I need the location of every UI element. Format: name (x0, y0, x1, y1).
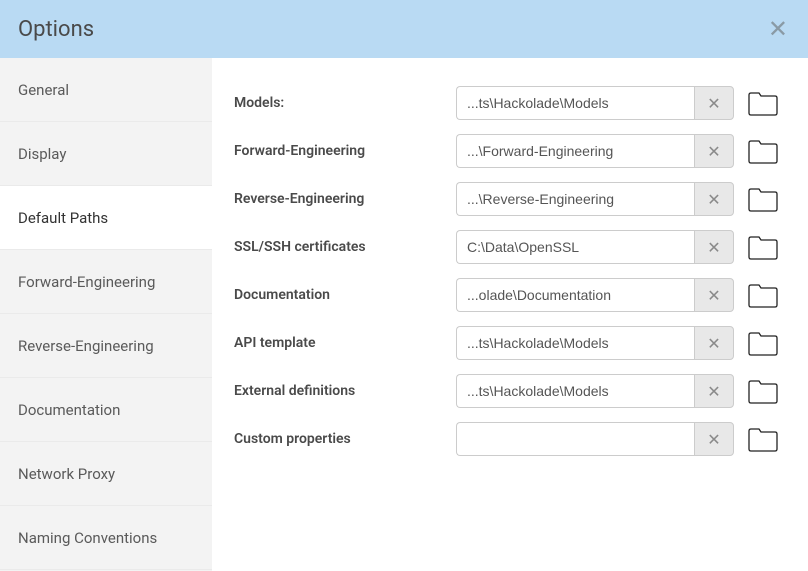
dialog-header: Options ✕ (0, 0, 808, 58)
path-row-documentation: Documentation ✕ (234, 278, 780, 312)
folder-icon (747, 378, 779, 404)
sidebar-item-display[interactable]: Display (0, 122, 212, 186)
input-group: ✕ (456, 278, 734, 312)
row-label: Forward-Engineering (234, 143, 456, 159)
dialog-title: Options (18, 17, 94, 42)
row-label: API template (234, 335, 456, 351)
browse-button[interactable] (746, 377, 780, 405)
browse-button[interactable] (746, 281, 780, 309)
folder-icon (747, 90, 779, 116)
models-path-input[interactable] (456, 86, 694, 120)
forward-engineering-path-input[interactable] (456, 134, 694, 168)
path-row-external-definitions: External definitions ✕ (234, 374, 780, 408)
input-group: ✕ (456, 374, 734, 408)
clear-button[interactable]: ✕ (694, 326, 734, 360)
clear-button[interactable]: ✕ (694, 134, 734, 168)
row-label: External definitions (234, 383, 456, 399)
input-group: ✕ (456, 182, 734, 216)
input-group: ✕ (456, 134, 734, 168)
close-icon: ✕ (707, 238, 720, 257)
close-icon: ✕ (707, 382, 720, 401)
path-row-custom-properties: Custom properties ✕ (234, 422, 780, 456)
sidebar-item-network-proxy[interactable]: Network Proxy (0, 442, 212, 506)
api-template-path-input[interactable] (456, 326, 694, 360)
path-row-ssl-ssh: SSL/SSH certificates ✕ (234, 230, 780, 264)
clear-button[interactable]: ✕ (694, 278, 734, 312)
folder-icon (747, 282, 779, 308)
ssl-ssh-path-input[interactable] (456, 230, 694, 264)
input-group: ✕ (456, 422, 734, 456)
sidebar-item-default-paths[interactable]: Default Paths (0, 186, 212, 250)
browse-button[interactable] (746, 89, 780, 117)
input-group: ✕ (456, 86, 734, 120)
browse-button[interactable] (746, 233, 780, 261)
path-row-reverse-engineering: Reverse-Engineering ✕ (234, 182, 780, 216)
close-icon[interactable]: ✕ (768, 17, 788, 41)
external-definitions-path-input[interactable] (456, 374, 694, 408)
folder-icon (747, 426, 779, 452)
sidebar-item-naming-conventions[interactable]: Naming Conventions (0, 506, 212, 570)
browse-button[interactable] (746, 185, 780, 213)
folder-icon (747, 138, 779, 164)
row-label: Custom properties (234, 431, 456, 447)
sidebar-item-label: Documentation (18, 401, 120, 419)
close-icon: ✕ (707, 190, 720, 209)
clear-button[interactable]: ✕ (694, 374, 734, 408)
sidebar: General Display Default Paths Forward-En… (0, 58, 212, 571)
row-label: Models: (234, 95, 456, 111)
sidebar-item-label: General (18, 81, 69, 99)
sidebar-item-label: Naming Conventions (18, 529, 157, 547)
folder-icon (747, 186, 779, 212)
dialog-body: General Display Default Paths Forward-En… (0, 58, 808, 571)
sidebar-item-documentation[interactable]: Documentation (0, 378, 212, 442)
sidebar-item-label: Forward-Engineering (18, 273, 155, 291)
close-icon: ✕ (707, 430, 720, 449)
browse-button[interactable] (746, 425, 780, 453)
sidebar-item-forward-engineering[interactable]: Forward-Engineering (0, 250, 212, 314)
browse-button[interactable] (746, 137, 780, 165)
input-group: ✕ (456, 230, 734, 264)
browse-button[interactable] (746, 329, 780, 357)
sidebar-item-label: Default Paths (18, 209, 108, 227)
close-icon: ✕ (707, 94, 720, 113)
sidebar-item-label: Network Proxy (18, 465, 115, 483)
close-icon: ✕ (707, 334, 720, 353)
reverse-engineering-path-input[interactable] (456, 182, 694, 216)
row-label: SSL/SSH certificates (234, 239, 456, 255)
sidebar-item-reverse-engineering[interactable]: Reverse-Engineering (0, 314, 212, 378)
clear-button[interactable]: ✕ (694, 86, 734, 120)
documentation-path-input[interactable] (456, 278, 694, 312)
custom-properties-path-input[interactable] (456, 422, 694, 456)
sidebar-item-label: Reverse-Engineering (18, 337, 154, 355)
input-group: ✕ (456, 326, 734, 360)
close-icon: ✕ (707, 286, 720, 305)
sidebar-item-label: Display (18, 145, 66, 163)
path-row-forward-engineering: Forward-Engineering ✕ (234, 134, 780, 168)
row-label: Documentation (234, 287, 456, 303)
close-icon: ✕ (707, 142, 720, 161)
folder-icon (747, 330, 779, 356)
clear-button[interactable]: ✕ (694, 182, 734, 216)
clear-button[interactable]: ✕ (694, 230, 734, 264)
clear-button[interactable]: ✕ (694, 422, 734, 456)
content-panel: Models: ✕ Forward-Engineering ✕ Reverse-… (212, 58, 808, 571)
row-label: Reverse-Engineering (234, 191, 456, 207)
folder-icon (747, 234, 779, 260)
sidebar-item-general[interactable]: General (0, 58, 212, 122)
path-row-api-template: API template ✕ (234, 326, 780, 360)
path-row-models: Models: ✕ (234, 86, 780, 120)
